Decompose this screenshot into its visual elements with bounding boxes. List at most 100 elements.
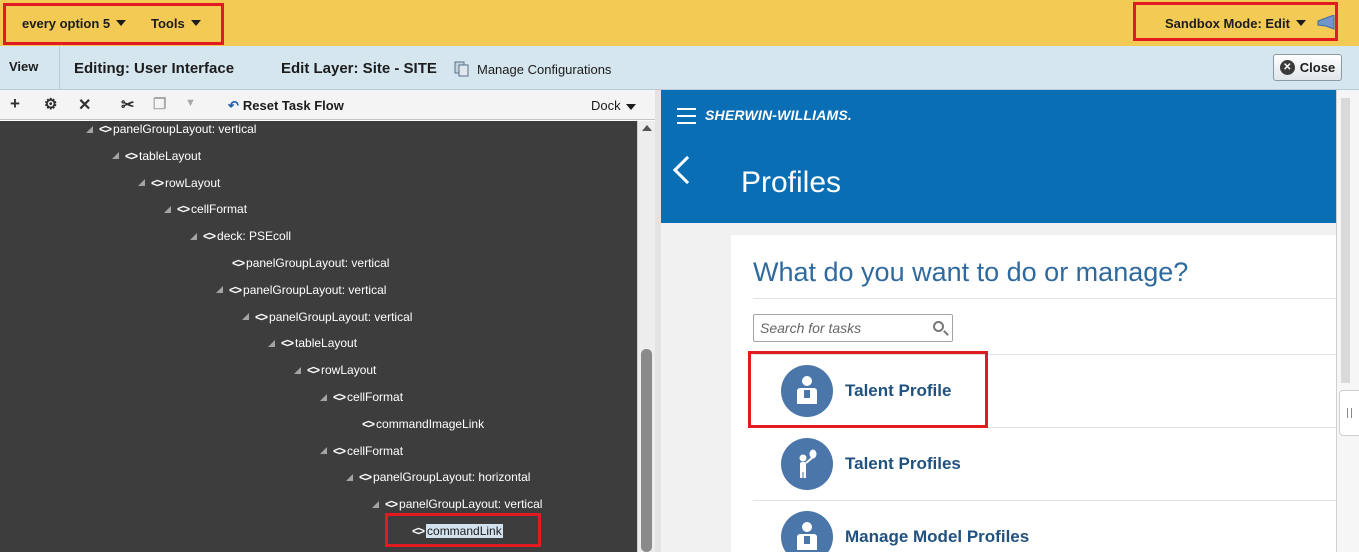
- highlight-box-sandbox: [1133, 2, 1338, 41]
- undo-arrow-icon: ↶: [228, 98, 239, 113]
- tree-toolbar: + ⚙ ✕ ✂ ❐ ▼ ↶ Reset Task Flow Dock: [0, 90, 655, 120]
- view-tab[interactable]: View: [0, 46, 60, 90]
- component-tree: <> panelGroupLayout: vertical <> tableLayou…: [0, 121, 637, 552]
- delete-icon[interactable]: ✕: [78, 95, 91, 115]
- side-panel-handle[interactable]: [1339, 390, 1359, 436]
- reset-task-flow-label: Reset Task Flow: [242, 98, 344, 113]
- edit-bar: View Editing: User Interface Edit Layer:…: [0, 46, 1359, 90]
- gear-icon[interactable]: ⚙: [44, 95, 57, 113]
- tree-node[interactable]: <> rowLayout: [294, 362, 376, 378]
- tree-node-label: cellFormat: [347, 443, 404, 458]
- tree-node[interactable]: <> cellFormat: [164, 201, 247, 217]
- page-title: Profiles: [741, 166, 842, 199]
- tree-node[interactable]: <> panelGroupLayout: horizontal: [346, 469, 530, 485]
- hamburger-menu-icon[interactable]: [677, 108, 696, 129]
- tree-node[interactable]: <> deck: PSEcoll: [190, 228, 291, 244]
- tree-node[interactable]: <> panelGroupLayout: vertical: [232, 255, 389, 271]
- add-icon[interactable]: +: [10, 94, 20, 114]
- reset-task-flow-button[interactable]: ↶ Reset Task Flow: [228, 98, 344, 114]
- tree-node[interactable]: <> tableLayout: [112, 148, 201, 164]
- manage-configurations-link[interactable]: Manage Configurations: [454, 61, 611, 77]
- component-tag-icon: <>: [333, 443, 346, 458]
- expand-triangle-icon[interactable]: [268, 339, 275, 347]
- component-tag-icon: <>: [359, 470, 372, 485]
- tree-node[interactable]: <> tableLayout: [268, 335, 357, 351]
- tree-node-label: tableLayout: [139, 148, 202, 163]
- manage-configurations-label: Manage Configurations: [477, 61, 612, 77]
- edit-layer-label: Edit Layer: Site - SITE: [281, 60, 437, 77]
- chevron-down-icon: [625, 103, 636, 110]
- expand-triangle-icon[interactable]: [138, 179, 145, 187]
- divider: [753, 298, 1336, 299]
- expand-triangle-icon[interactable]: [372, 500, 379, 508]
- task-label[interactable]: Manage Model Profiles: [845, 527, 1029, 547]
- expand-triangle-icon[interactable]: [346, 473, 353, 481]
- tree-node-label: commandImageLink: [376, 416, 485, 431]
- tree-node[interactable]: <> panelGroupLayout: vertical: [242, 309, 412, 325]
- expand-triangle-icon[interactable]: [216, 286, 223, 294]
- tree-node-label: cellFormat: [347, 390, 404, 404]
- tree-node-label: deck: PSEcoll: [217, 229, 292, 244]
- tree-scrollbar[interactable]: [637, 121, 655, 552]
- configurations-icon: [454, 61, 469, 77]
- scrollbar-thumb[interactable]: [641, 349, 652, 552]
- component-tag-icon: <>: [255, 309, 268, 324]
- app-header: SHERWIN-WILLIAMS. Profiles: [661, 90, 1336, 223]
- task-manage-model-profiles[interactable]: Manage Model Profiles: [753, 500, 1336, 552]
- tree-node-label: panelGroupLayout: vertical: [246, 256, 390, 270]
- copy-icon[interactable]: ❐: [153, 95, 166, 113]
- component-tag-icon: <>: [232, 256, 245, 270]
- dock-menu[interactable]: Dock: [591, 98, 636, 113]
- tree-node-label: panelGroupLayout: vertical: [243, 282, 387, 297]
- tree-node-label: panelGroupLayout: horizontal: [373, 470, 531, 485]
- tree-node[interactable]: <> commandImageLink: [362, 416, 484, 432]
- app-preview: SHERWIN-WILLIAMS. Profiles What do you w…: [661, 90, 1336, 552]
- expand-triangle-icon[interactable]: [190, 232, 197, 240]
- person-balloon-icon: [781, 438, 833, 490]
- expand-triangle-icon[interactable]: [294, 366, 301, 374]
- component-tag-icon: <>: [125, 148, 138, 163]
- component-tag-icon: <>: [203, 229, 216, 244]
- tree-node[interactable]: <> panelGroupLayout: vertical: [86, 121, 256, 137]
- component-tag-icon: <>: [177, 202, 190, 217]
- expand-triangle-icon[interactable]: [112, 152, 119, 160]
- back-chevron-icon[interactable]: [672, 155, 702, 185]
- component-tag-icon: <>: [229, 282, 242, 297]
- component-tag-icon: <>: [151, 175, 164, 190]
- expand-triangle-icon[interactable]: [320, 393, 327, 401]
- close-button[interactable]: ✕ Close: [1273, 54, 1342, 81]
- tree-node-label: rowLayout: [165, 175, 221, 190]
- grip-icon: [1347, 408, 1352, 418]
- expand-triangle-icon[interactable]: [86, 125, 93, 133]
- search-input[interactable]: [754, 315, 924, 341]
- tree-node[interactable]: <> panelGroupLayout: vertical: [216, 282, 386, 298]
- component-tag-icon: <>: [307, 363, 320, 378]
- expand-triangle-icon[interactable]: [164, 205, 171, 213]
- scroll-up-icon[interactable]: [642, 125, 652, 131]
- expand-triangle-icon[interactable]: [320, 447, 327, 455]
- tree-node[interactable]: <> rowLayout: [138, 175, 220, 191]
- tree-node-label: rowLayout: [321, 363, 377, 378]
- chevron-down-icon[interactable]: ▼: [185, 97, 196, 109]
- tree-node[interactable]: <> panelGroupLayout: vertical: [372, 496, 542, 512]
- tree-node-label: panelGroupLayout: vertical: [399, 497, 543, 512]
- tree-node-label: panelGroupLayout: vertical: [113, 122, 257, 136]
- task-talent-profiles[interactable]: Talent Profiles: [753, 427, 1336, 500]
- preview-scrollbar[interactable]: [1341, 98, 1350, 383]
- tree-node-label: cellFormat: [191, 202, 248, 217]
- search-icon[interactable]: [933, 321, 944, 332]
- highlight-box-talent-profile: [748, 351, 988, 428]
- highlight-box-menus: [3, 3, 224, 45]
- task-label[interactable]: Talent Profiles: [845, 454, 961, 474]
- expand-triangle-icon[interactable]: [242, 313, 249, 321]
- tree-node[interactable]: <> cellFormat: [320, 389, 403, 405]
- search-field[interactable]: [753, 314, 953, 342]
- component-tag-icon: <>: [99, 122, 112, 136]
- dock-label: Dock: [591, 98, 621, 113]
- close-button-label: Close: [1299, 60, 1336, 75]
- tree-node-label: panelGroupLayout: vertical: [269, 309, 413, 324]
- highlight-box-command-link: [385, 513, 541, 547]
- editing-label: Editing: User Interface: [74, 60, 235, 77]
- cut-icon[interactable]: ✂: [121, 95, 134, 115]
- tree-node[interactable]: <> cellFormat: [320, 443, 403, 459]
